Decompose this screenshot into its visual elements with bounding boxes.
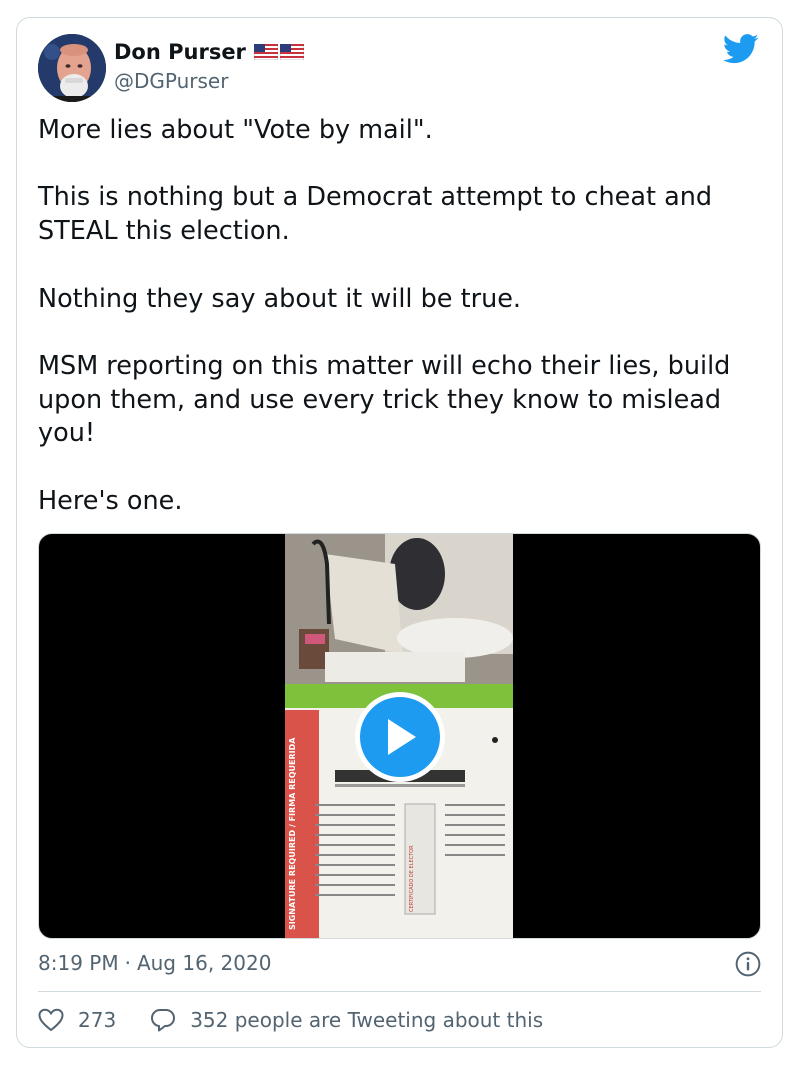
like-count: 273 (78, 1008, 117, 1032)
like-button[interactable]: 273 (38, 1008, 116, 1032)
timestamp-separator: · (124, 951, 131, 975)
author-row: Don Purser (114, 40, 304, 64)
conversation-text: 352 people are Tweeting about this (190, 1008, 544, 1032)
twitter-bird-icon[interactable] (723, 34, 759, 64)
heart-icon (38, 1008, 64, 1032)
tweet-card[interactable]: Don Purser @DGPurser More lies about "Vo… (16, 17, 783, 1048)
info-icon[interactable] (735, 951, 761, 977)
author-name[interactable]: Don Purser (114, 40, 246, 64)
us-flag-icon (253, 44, 278, 60)
ballot-certificate-text: CERTIFICADO DE ELECTOR (409, 845, 415, 912)
avatar-image (38, 34, 106, 102)
conversation-link[interactable]: 352 people are Tweeting about this (150, 1008, 543, 1032)
avatar[interactable] (38, 34, 106, 102)
speech-bubble-icon (151, 1009, 176, 1032)
tweet-text: More lies about "Vote by mail". This is … (38, 115, 731, 516)
tweet-time: 8:19 PM (38, 951, 119, 975)
tweet-date: Aug 16, 2020 (136, 951, 272, 975)
engagement-bar: 273 352 people are Tweeting about this (38, 1008, 543, 1032)
us-flag-icon (279, 44, 304, 60)
video-player[interactable]: SIGNATURE REQUIRED / FIRMA REQUERIDA CER… (38, 533, 761, 939)
author-handle[interactable]: @DGPurser (114, 69, 228, 93)
play-icon (388, 719, 416, 755)
flag-emojis (253, 44, 304, 60)
divider (38, 991, 761, 992)
tweet-timestamp[interactable]: 8:19 PM · Aug 16, 2020 (38, 951, 271, 975)
ballot-envelope-text: SIGNATURE REQUIRED / FIRMA REQUERIDA (288, 737, 297, 930)
play-button[interactable] (355, 692, 445, 782)
